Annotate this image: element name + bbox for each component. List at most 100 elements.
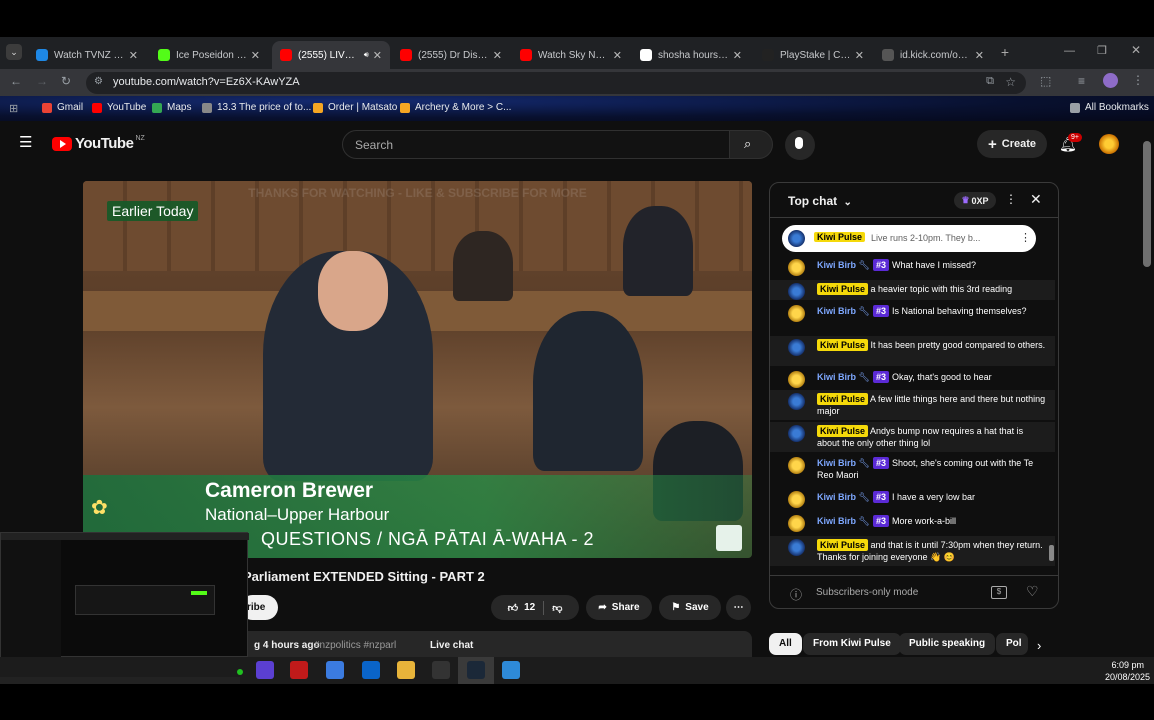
browser-tab[interactable]: (2555) LIVE: 2 🔊︎ ✕ xyxy=(272,41,390,69)
tab-close-icon[interactable]: ✕ xyxy=(373,49,382,62)
app-icon-steam[interactable] xyxy=(467,661,485,679)
chat-author-name[interactable]: Kiwi Birb xyxy=(817,458,856,468)
tab-search-chevron-icon[interactable]: ⌄ xyxy=(6,44,22,60)
bookmark-item[interactable]: Archery & More > C... xyxy=(400,102,511,113)
chat-author-name[interactable]: Kiwi Birb xyxy=(817,516,856,526)
app-icon-photos[interactable] xyxy=(502,661,520,679)
bookmark-item[interactable]: Order | Matsato xyxy=(313,102,397,113)
close-window-icon[interactable]: ✕ xyxy=(1131,43,1141,57)
filter-chip[interactable]: From Kiwi Pulse xyxy=(803,633,901,655)
description-box[interactable]: g 4 hours ago #nzpolitics #nzparl Live c… xyxy=(240,631,752,657)
filter-chip[interactable]: Pol xyxy=(996,633,1028,655)
points-badge[interactable]: ♛ 0XP xyxy=(954,192,996,209)
minimize-icon[interactable]: — xyxy=(1064,45,1075,57)
install-app-icon[interactable]: ⧉ xyxy=(986,75,994,88)
app-icon-feather[interactable] xyxy=(432,661,450,679)
like-thumb-icon[interactable]: 👍︎ xyxy=(508,602,518,614)
chat-message[interactable]: Kiwi Pulse It has been pretty good compa… xyxy=(770,336,1055,366)
create-button[interactable]: + Create xyxy=(977,130,1047,158)
tab-audio-icon[interactable]: 🔊︎ xyxy=(364,50,369,60)
chips-next-arrow-icon[interactable]: › xyxy=(1037,638,1041,653)
browser-tab[interactable]: shosha hours tim ✕ xyxy=(632,41,750,69)
clock-time[interactable]: 6:09 pm xyxy=(1100,660,1144,670)
chat-menu-dots-icon[interactable]: ⋮ xyxy=(1005,192,1017,206)
bookmark-item[interactable]: YouTube xyxy=(92,102,146,113)
search-button[interactable]: ⌕ xyxy=(729,130,773,159)
chat-author-owner-badge[interactable]: Kiwi Pulse xyxy=(817,393,869,405)
back-arrow-icon[interactable]: ← xyxy=(10,74,22,88)
info-icon[interactable]: ⓘ xyxy=(790,586,802,603)
chat-message[interactable]: Kiwi Pulse and that is it until 7:30pm w… xyxy=(770,536,1055,566)
browser-tab[interactable]: id.kick.com/oauth ✕ xyxy=(874,41,992,69)
hamburger-menu-icon[interactable]: ☰ xyxy=(19,135,32,150)
chat-mode-selector[interactable]: Top chat ⌄ xyxy=(788,194,852,208)
app-icon-file-explorer[interactable] xyxy=(397,661,415,679)
bookmark-item[interactable]: 13.3 The price of to... xyxy=(202,102,311,113)
browser-tab[interactable]: Watch TVNZ 1 - F ✕ xyxy=(28,41,146,69)
chat-author-name[interactable]: Kiwi Birb xyxy=(817,492,856,502)
live-chat-tab-label[interactable]: Live chat xyxy=(430,640,473,651)
apps-grid-icon[interactable]: ⊞ xyxy=(9,102,18,115)
save-button[interactable]: ⚑ Save xyxy=(659,595,721,620)
forward-arrow-icon[interactable]: → xyxy=(36,74,48,88)
reload-icon[interactable]: ↻ xyxy=(61,74,71,88)
app-icon-outlook[interactable] xyxy=(362,661,380,679)
site-settings-icon[interactable]: ⚙ xyxy=(94,76,103,87)
bookmark-item[interactable]: Maps xyxy=(152,102,191,113)
chat-author-owner-badge[interactable]: Kiwi Pulse xyxy=(817,283,869,295)
search-input[interactable]: Search xyxy=(342,130,730,159)
clock-date[interactable]: 20/08/2025 xyxy=(1090,672,1150,682)
app-icon-lightning[interactable] xyxy=(290,661,308,679)
more-actions-button[interactable]: ⋯ xyxy=(726,595,751,620)
tab-close-icon[interactable]: ✕ xyxy=(129,49,138,62)
profile-avatar[interactable] xyxy=(1103,73,1118,88)
filter-chip[interactable]: All xyxy=(769,633,802,655)
url-field[interactable]: ⚙ youtube.com/watch?v=Ez6X-KAwYZA ⧉ ☆ xyxy=(86,72,1026,94)
tab-close-icon[interactable]: ✕ xyxy=(975,49,984,62)
chat-author-name[interactable]: Kiwi Birb xyxy=(817,260,856,270)
tab-close-icon[interactable]: ✕ xyxy=(613,49,622,62)
chat-message[interactable]: Kiwi Pulse Andys bump now requires a hat… xyxy=(770,422,1055,452)
account-avatar[interactable] xyxy=(1099,134,1119,154)
app-icon-store[interactable] xyxy=(326,661,344,679)
menu-dots-icon[interactable]: ⋮ xyxy=(1132,73,1144,87)
video-player[interactable]: THANKS FOR WATCHING - LIKE & SUBSCRIBE F… xyxy=(83,181,752,558)
chat-author-name[interactable]: Kiwi Birb xyxy=(817,306,856,316)
pinned-menu-icon[interactable]: ⋮ xyxy=(1020,231,1031,244)
super-chat-icon[interactable]: $ xyxy=(991,586,1007,599)
browser-tab[interactable]: Ice Poseidon Stre ✕ xyxy=(150,41,268,69)
dislike-thumb-icon[interactable]: 👎︎ xyxy=(552,602,562,614)
all-bookmarks[interactable]: All Bookmarks xyxy=(1070,102,1149,113)
chat-scrollbar[interactable] xyxy=(1049,223,1054,575)
close-chat-icon[interactable]: ✕ xyxy=(1030,191,1042,208)
chat-message[interactable]: Kiwi Pulse a heavier topic with this 3rd… xyxy=(770,280,1055,300)
chat-message-list[interactable]: Kiwi Birb 🔧︎ #3 What have I missed? Kiwi Pu… xyxy=(770,256,1055,576)
app-icon-purple[interactable] xyxy=(256,661,274,679)
tab-close-icon[interactable]: ✕ xyxy=(493,49,502,62)
new-tab-plus-icon[interactable]: + xyxy=(996,45,1014,61)
extensions-icon[interactable]: ⬚ xyxy=(1040,74,1051,88)
media-control-icon[interactable]: ≡ xyxy=(1078,74,1085,88)
chat-author-owner-badge[interactable]: Kiwi Pulse xyxy=(817,339,869,351)
heart-icon[interactable]: ♡ xyxy=(1026,583,1039,600)
browser-tab[interactable]: Watch Sky News ✕ xyxy=(512,41,630,69)
filter-chip[interactable]: Public speaking xyxy=(899,633,996,655)
chat-author-name[interactable]: Kiwi Birb xyxy=(817,372,856,382)
tab-close-icon[interactable]: ✕ xyxy=(733,49,742,62)
tab-close-icon[interactable]: ✕ xyxy=(251,49,260,62)
share-button[interactable]: ➦ Share xyxy=(586,595,652,620)
voice-search-button[interactable] xyxy=(785,130,815,160)
youtube-logo[interactable]: YouTube NZ xyxy=(52,135,145,152)
browser-tab[interactable]: PlayStake | Claim ✕ xyxy=(754,41,872,69)
browser-tab[interactable]: (2555) Dr Disres ✕ xyxy=(392,41,510,69)
tab-close-icon[interactable]: ✕ xyxy=(855,49,864,62)
video-hashtags[interactable]: #nzpolitics #nzparl xyxy=(314,640,396,651)
pinned-message[interactable]: Kiwi Pulse Live runs 2-10pm. They b... ⋮ xyxy=(782,225,1036,252)
bookmark-star-icon[interactable]: ☆ xyxy=(1005,75,1016,89)
chat-message[interactable]: Kiwi Pulse A few little things here and … xyxy=(770,390,1055,420)
chat-author-owner-badge[interactable]: Kiwi Pulse xyxy=(817,425,869,437)
chat-author-owner-badge[interactable]: Kiwi Pulse xyxy=(817,539,869,551)
kick-pip-overlay[interactable] xyxy=(0,532,249,658)
maximize-icon[interactable]: ❐ xyxy=(1097,44,1107,57)
chat-scrollbar-thumb[interactable] xyxy=(1049,545,1054,561)
